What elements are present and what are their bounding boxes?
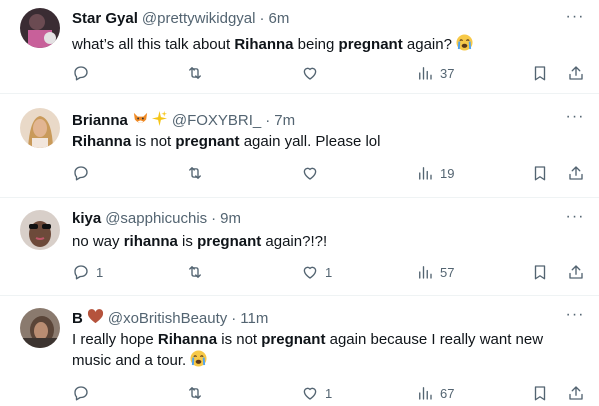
reply-button[interactable]: 1 — [72, 262, 103, 282]
bookmark-button[interactable] — [531, 63, 549, 83]
heart-icon — [303, 266, 317, 279]
share-icon — [569, 166, 583, 180]
bookmark-button[interactable] — [531, 383, 549, 403]
heart-emoji-icon — [87, 308, 104, 329]
reply-icon — [74, 166, 88, 181]
reply-feed: Star Gyal @prettywikidgyal · 6m ··· what… — [0, 0, 599, 406]
tweet-text: Rihanna is not pregnant again yall. Plea… — [72, 133, 381, 150]
user-handle[interactable]: @prettywikidgyal — [142, 10, 256, 27]
more-options-button[interactable]: ··· — [565, 209, 585, 232]
views-button[interactable]: 57 — [416, 262, 454, 282]
views-button[interactable]: 19 — [416, 163, 454, 183]
avatar[interactable] — [20, 108, 60, 148]
fox-emoji-icon — [132, 110, 149, 131]
heart-icon — [303, 167, 317, 180]
reply-count: 1 — [96, 264, 104, 280]
heart-icon — [303, 67, 317, 80]
display-name[interactable]: Brianna — [72, 112, 128, 129]
like-count: 1 — [325, 264, 333, 280]
tweet-text: I really hope Rihanna is not pregnant ag… — [72, 330, 575, 373]
views-chart-icon — [419, 387, 432, 400]
like-button[interactable]: 1 — [301, 383, 332, 403]
avatar[interactable] — [20, 8, 60, 48]
avatar[interactable] — [20, 308, 60, 348]
user-handle[interactable]: @xoBritishBeauty — [108, 310, 227, 327]
tweet[interactable]: Brianna @FOXYBRI_ · 7m ··· Rihanna is no… — [0, 94, 599, 198]
view-count: 67 — [440, 385, 455, 401]
bookmark-button[interactable] — [531, 262, 549, 282]
heart-icon — [303, 387, 317, 400]
avatar[interactable] — [20, 210, 60, 250]
crying-face-emoji-icon — [456, 34, 473, 57]
action-bar: 1 1 57 — [72, 262, 592, 282]
reply-button[interactable] — [72, 63, 96, 83]
reply-button[interactable] — [72, 163, 96, 183]
share-icon — [569, 386, 583, 400]
share-icon — [569, 66, 583, 80]
bookmark-button[interactable] — [531, 163, 549, 183]
share-button[interactable] — [567, 383, 585, 403]
reply-icon — [74, 66, 88, 81]
bookmark-icon — [534, 386, 546, 401]
separator-dot: · — [259, 10, 265, 27]
share-button[interactable] — [567, 63, 585, 83]
retweet-icon — [189, 67, 201, 79]
user-handle[interactable]: @sapphicuchis — [105, 210, 207, 227]
separator-dot: · — [231, 310, 237, 327]
separator-dot: · — [265, 112, 271, 129]
retweet-button[interactable] — [186, 383, 210, 403]
retweet-button[interactable] — [186, 262, 210, 282]
retweet-button[interactable] — [186, 163, 210, 183]
like-button[interactable] — [301, 163, 325, 183]
more-options-button[interactable]: ··· — [565, 9, 585, 32]
share-button[interactable] — [567, 163, 585, 183]
crying-face-emoji-icon — [190, 350, 207, 373]
timestamp[interactable]: 6m — [268, 10, 289, 27]
tweet-header: Brianna @FOXYBRI_ · 7m — [72, 110, 295, 131]
tweet-text: what’s all this talk about Rihanna being… — [72, 34, 575, 57]
views-button[interactable]: 67 — [416, 383, 454, 403]
like-button[interactable] — [301, 63, 325, 83]
more-options-button[interactable]: ··· — [565, 109, 585, 132]
tweet-header: B @xoBritishBeauty · 11m — [72, 308, 268, 329]
timestamp[interactable]: 7m — [274, 112, 295, 129]
retweet-button[interactable] — [186, 63, 210, 83]
views-chart-icon — [419, 266, 432, 279]
retweet-icon — [189, 167, 201, 179]
views-button[interactable]: 37 — [416, 63, 454, 83]
bookmark-icon — [534, 265, 546, 280]
like-button[interactable]: 1 — [301, 262, 332, 282]
display-name[interactable]: kiya — [72, 210, 101, 227]
tweet-text: no way rihanna is pregnant again?!?! — [72, 233, 328, 250]
retweet-icon — [189, 266, 201, 278]
views-chart-icon — [419, 67, 432, 80]
views-chart-icon — [419, 167, 432, 180]
view-count: 57 — [440, 264, 455, 280]
separator-dot: · — [211, 210, 217, 227]
tweet[interactable]: Star Gyal @prettywikidgyal · 6m ··· what… — [0, 0, 599, 94]
display-name[interactable]: Star Gyal — [72, 10, 138, 27]
display-name[interactable]: B — [72, 310, 83, 327]
bookmark-icon — [534, 166, 546, 181]
tweet-header: kiya @sapphicuchis · 9m — [72, 210, 241, 227]
more-options-button[interactable]: ··· — [565, 307, 585, 330]
reply-icon — [74, 386, 88, 401]
tweet[interactable]: B @xoBritishBeauty · 11m ··· I really ho… — [0, 296, 599, 406]
timestamp[interactable]: 9m — [220, 210, 241, 227]
action-bar: 37 — [72, 63, 592, 83]
retweet-icon — [189, 387, 201, 399]
user-handle[interactable]: @FOXYBRI_ — [172, 112, 261, 129]
sparkles-emoji-icon — [151, 110, 168, 131]
share-icon — [569, 265, 583, 279]
tweet-header: Star Gyal @prettywikidgyal · 6m — [72, 10, 289, 27]
action-bar: 19 — [72, 163, 592, 183]
like-count: 1 — [325, 385, 333, 401]
timestamp[interactable]: 11m — [240, 310, 268, 327]
bookmark-icon — [534, 66, 546, 81]
reply-icon — [74, 265, 88, 280]
tweet[interactable]: kiya @sapphicuchis · 9m ··· no way rihan… — [0, 198, 599, 296]
action-bar: 1 67 — [72, 383, 592, 403]
share-button[interactable] — [567, 262, 585, 282]
reply-button[interactable] — [72, 383, 96, 403]
